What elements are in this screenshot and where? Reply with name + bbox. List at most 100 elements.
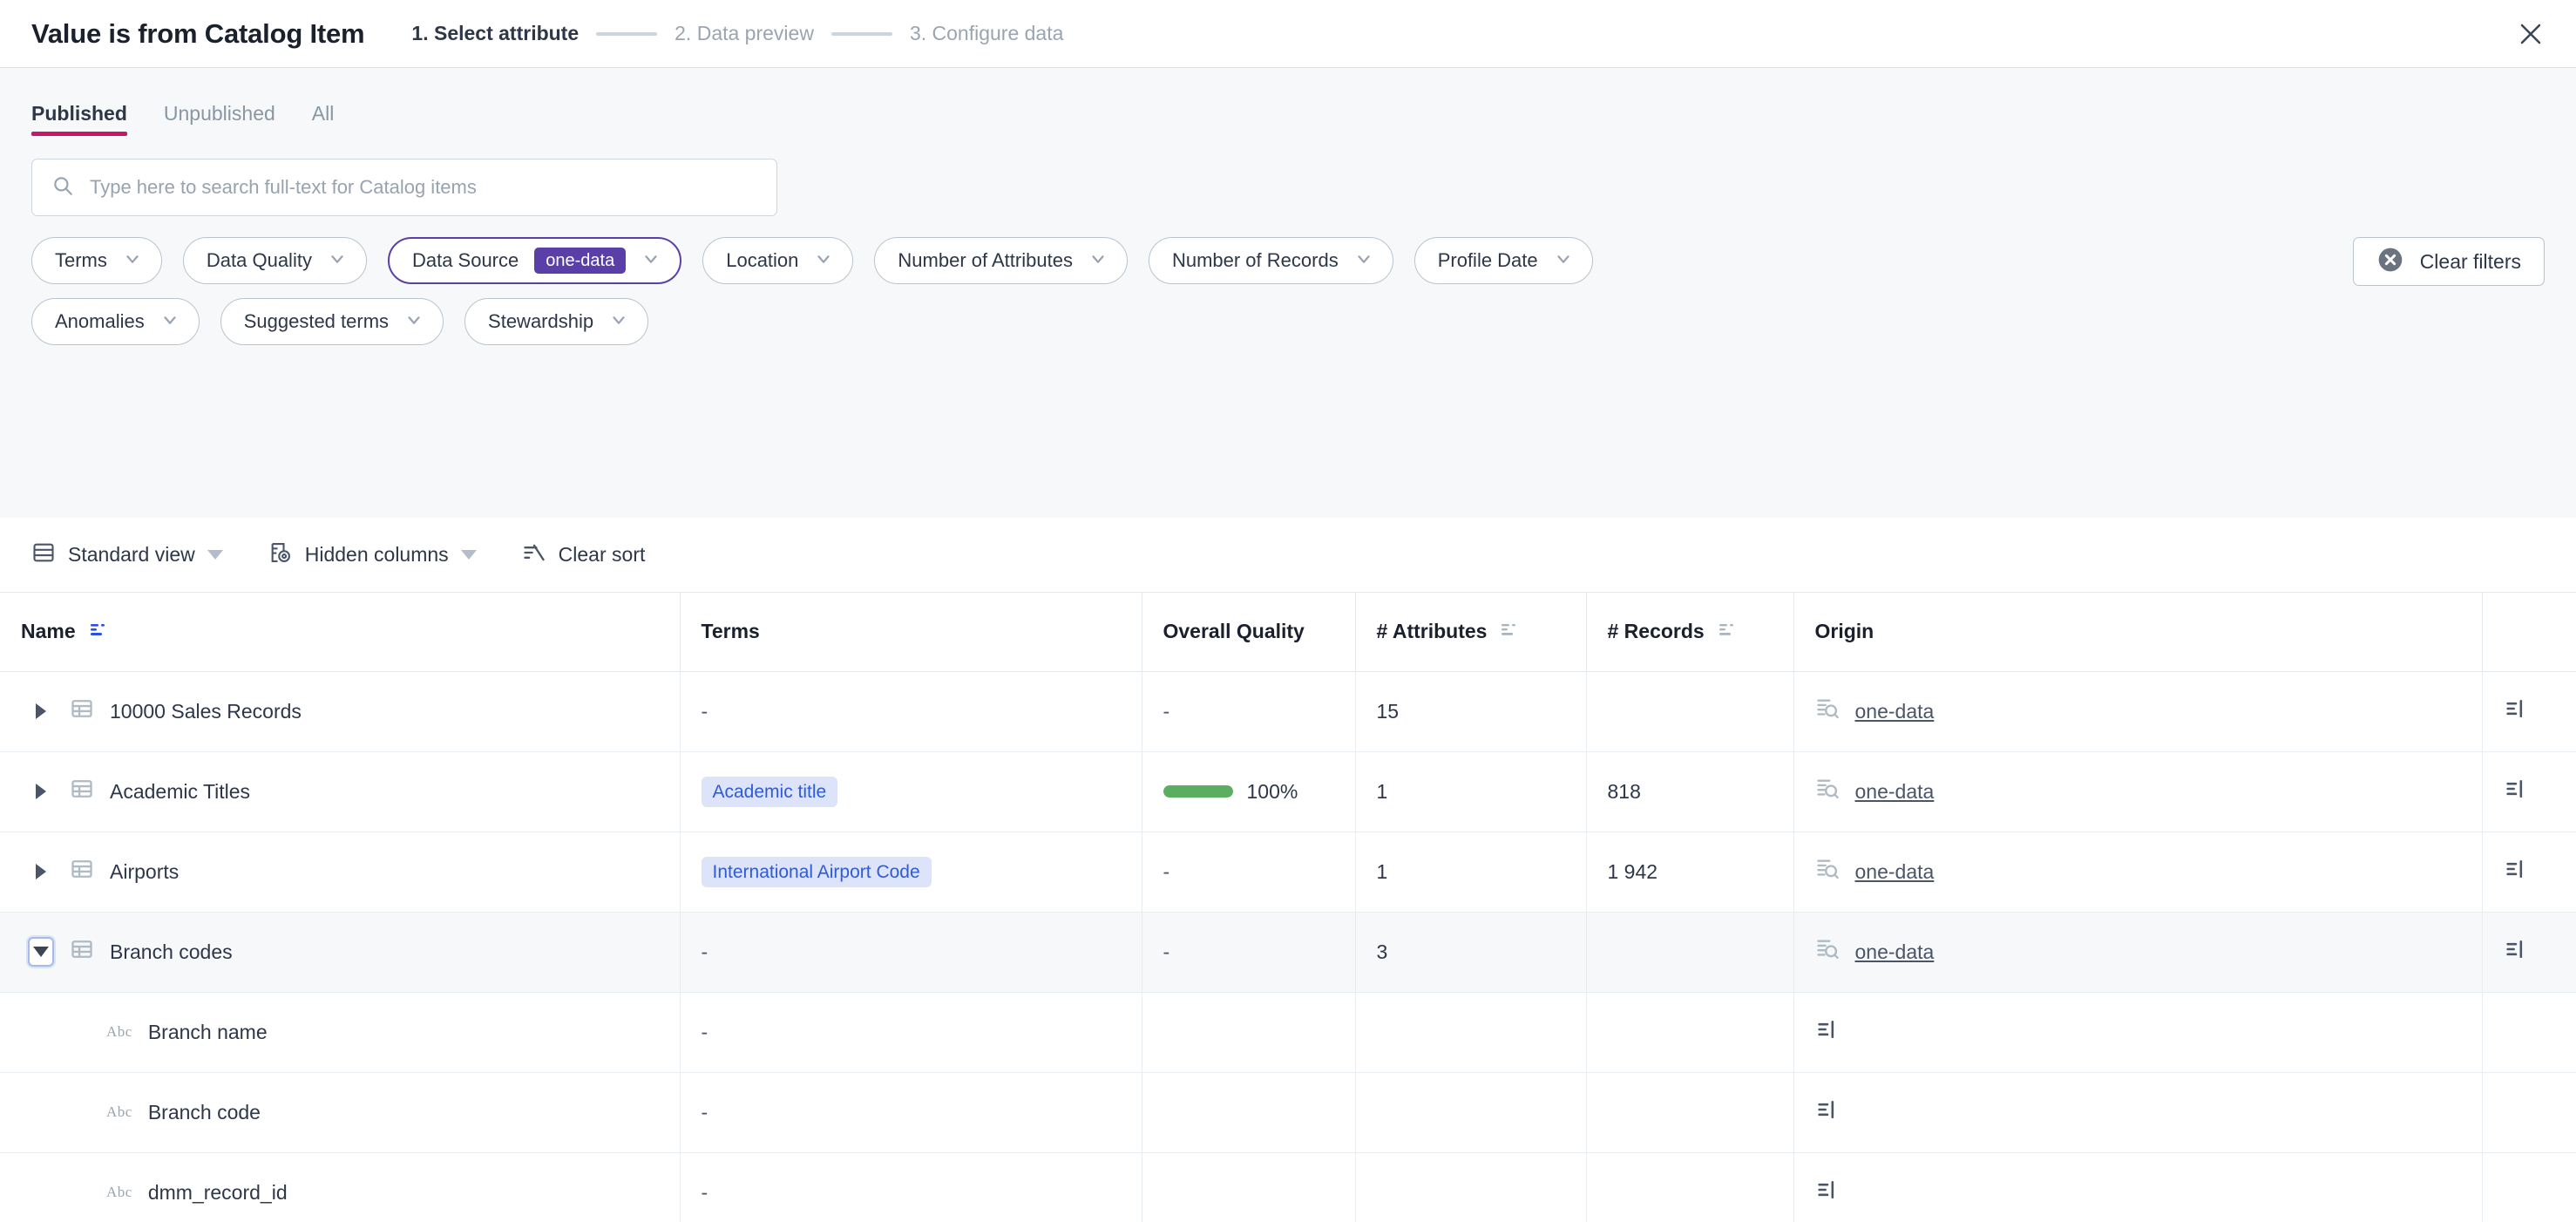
step-2-data-preview[interactable]: 2. Data preview: [675, 22, 814, 45]
table-row[interactable]: Branch codes - - 3 one-data: [0, 912, 2576, 993]
column-header-records[interactable]: # Records: [1586, 593, 1794, 672]
filter-chip-label: Number of Records: [1171, 249, 1339, 271]
table-row[interactable]: 10000 Sales Records - - 15 one-data: [0, 671, 2576, 752]
search-box[interactable]: [31, 159, 777, 216]
cell-quality: [1142, 992, 1356, 1073]
origin-link[interactable]: one-data: [1855, 940, 1935, 964]
column-header-terms[interactable]: Terms: [680, 593, 1142, 672]
page-title: Value is from Catalog Item: [31, 17, 365, 49]
cell-attributes: [1355, 1072, 1587, 1153]
column-header-overall-quality[interactable]: Overall Quality: [1142, 593, 1356, 672]
hidden-columns-button[interactable]: Hidden columns: [268, 540, 477, 569]
quality-bar: [1163, 785, 1233, 798]
terms-value: -: [701, 1100, 708, 1124]
cell-records: 1 942: [1586, 832, 1794, 913]
cell-name: Abc Branch name: [0, 992, 681, 1073]
row-detail-icon[interactable]: [2504, 859, 2528, 886]
column-header-origin[interactable]: Origin: [1793, 593, 2483, 672]
cell-quality: [1142, 1072, 1356, 1153]
text-attribute-icon: Abc: [106, 1184, 132, 1200]
row-detail-icon[interactable]: [1815, 1020, 1840, 1046]
quality-value: -: [1163, 699, 1170, 723]
collapse-row-toggle[interactable]: [28, 937, 54, 967]
filter-chip-label: Stewardship: [488, 310, 594, 332]
chevron-down-icon: [123, 249, 142, 273]
chevron-down-icon: [404, 310, 424, 334]
cell-actions: [2482, 1152, 2576, 1222]
table-item-icon: [70, 857, 94, 886]
row-name-label: Airports: [110, 859, 180, 883]
filter-chip-terms[interactable]: Terms: [31, 237, 162, 284]
origin-link[interactable]: one-data: [1855, 700, 1935, 723]
clear-filters-button[interactable]: Clear filters: [2352, 237, 2545, 286]
row-detail-icon[interactable]: [2504, 699, 2528, 725]
filter-chip-label: Number of Attributes: [898, 249, 1073, 271]
table-row[interactable]: Airports International Airport Code - 1 …: [0, 832, 2576, 913]
row-detail-icon[interactable]: [2504, 940, 2528, 966]
chevron-down-icon: [160, 310, 180, 334]
expand-row-toggle[interactable]: [28, 857, 54, 886]
sort-icon[interactable]: [1499, 619, 1520, 645]
table-row[interactable]: Academic Titles Academic title 100% 1 81…: [0, 751, 2576, 832]
cell-origin: [1793, 1152, 2483, 1222]
filter-chip-location[interactable]: Location: [702, 237, 854, 284]
row-detail-icon[interactable]: [1815, 1180, 1840, 1206]
column-header-name[interactable]: Name: [0, 593, 681, 672]
cell-name: Airports: [0, 832, 681, 913]
filter-chip-profile-date[interactable]: Profile Date: [1413, 237, 1593, 284]
hidden-columns-icon: [268, 540, 293, 569]
table-row[interactable]: Abc Branch code -: [0, 1072, 2576, 1153]
cell-terms: -: [680, 1072, 1142, 1153]
table-header-row: Name Terms Overall Quality # Attributes …: [0, 593, 2576, 672]
cell-terms: Academic title: [680, 751, 1142, 832]
cell-name: Academic Titles: [0, 751, 681, 832]
column-header-label: Origin: [1814, 620, 1874, 643]
step-1-select-attribute[interactable]: 1. Select attribute: [411, 22, 579, 45]
chevron-down-icon: [1088, 249, 1108, 273]
column-header-label: # Records: [1607, 620, 1705, 643]
column-header-attributes[interactable]: # Attributes: [1355, 593, 1587, 672]
filter-chip-row-2: Anomalies Suggested terms Stewardship: [31, 298, 2545, 345]
term-badge[interactable]: Academic title: [701, 776, 838, 807]
standard-view-button[interactable]: Standard view: [31, 540, 223, 569]
cell-origin: one-data: [1793, 671, 2483, 752]
tab-published[interactable]: Published: [31, 102, 127, 136]
origin-link[interactable]: one-data: [1855, 860, 1935, 884]
clear-sort-button[interactable]: Clear sort: [522, 540, 645, 569]
row-name-label: 10000 Sales Records: [110, 699, 302, 723]
chevron-down-icon: [814, 249, 833, 273]
table-item-icon: [70, 937, 94, 967]
cell-records: [1586, 912, 1794, 993]
search-input[interactable]: [90, 160, 757, 215]
filter-chip-label: Location: [726, 249, 799, 271]
filter-chip-number-of-records[interactable]: Number of Records: [1148, 237, 1393, 284]
row-detail-icon[interactable]: [1815, 1100, 1840, 1126]
filter-chip-label: Profile Date: [1437, 249, 1538, 271]
filter-chip-suggested-terms[interactable]: Suggested terms: [220, 298, 444, 345]
row-name-label: Academic Titles: [110, 779, 251, 803]
origin-link[interactable]: one-data: [1855, 780, 1935, 804]
term-badge[interactable]: International Airport Code: [701, 856, 932, 887]
cell-actions: [2482, 1072, 2576, 1153]
sort-icon-active[interactable]: [88, 619, 109, 645]
row-detail-icon[interactable]: [2504, 779, 2528, 805]
row-name-label: Branch codes: [110, 940, 233, 963]
table-row[interactable]: Abc dmm_record_id -: [0, 1152, 2576, 1222]
cell-origin: [1793, 992, 2483, 1073]
filter-chip-stewardship[interactable]: Stewardship: [464, 298, 649, 345]
filter-chip-data-quality[interactable]: Data Quality: [182, 237, 367, 284]
cell-quality: 100%: [1142, 751, 1356, 832]
expand-row-toggle[interactable]: [28, 696, 54, 726]
expand-row-toggle[interactable]: [28, 777, 54, 806]
table-row[interactable]: Abc Branch name -: [0, 992, 2576, 1073]
text-attribute-icon: Abc: [106, 1103, 132, 1120]
filter-chip-number-of-attributes[interactable]: Number of Attributes: [874, 237, 1128, 284]
step-3-configure-data[interactable]: 3. Configure data: [910, 22, 1063, 45]
tab-unpublished[interactable]: Unpublished: [164, 102, 275, 136]
tab-all[interactable]: All: [312, 102, 335, 136]
filter-chip-data-source[interactable]: Data Source one-data: [387, 237, 682, 284]
sort-icon[interactable]: [1717, 619, 1738, 645]
filter-chip-anomalies[interactable]: Anomalies: [31, 298, 200, 345]
close-icon[interactable]: [2512, 15, 2550, 53]
quality-value: -: [1163, 940, 1170, 963]
